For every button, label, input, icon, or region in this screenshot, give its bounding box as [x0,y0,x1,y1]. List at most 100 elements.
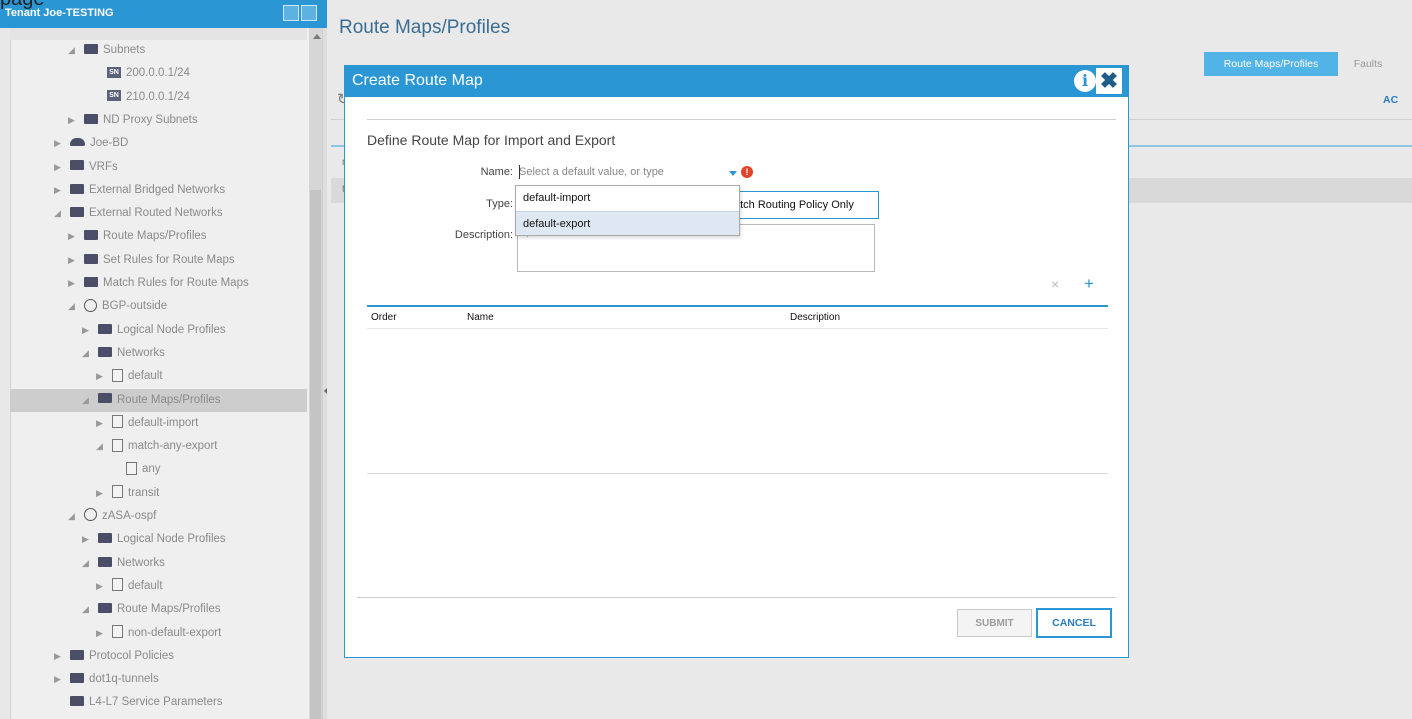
folder-icon [98,533,112,544]
expander-arrow-icon[interactable]: ▶ [54,668,64,691]
tree-item[interactable]: ▶ VRFs [10,156,307,179]
tree-refresh-icon[interactable] [301,5,317,21]
expander-arrow-icon[interactable]: ◢ [54,202,64,225]
l3out-icon [84,298,97,312]
actions-menu[interactable]: AC [1383,94,1398,106]
tree-item[interactable]: ▶ ND Proxy Subnets [10,109,307,132]
tree-view-toggle-icon[interactable] [283,5,299,21]
folder-icon [70,673,84,684]
dropdown-option-default-export[interactable]: default-export [516,211,739,235]
expander-arrow-icon[interactable]: ◢ [96,435,106,458]
expander-arrow-icon[interactable]: ◢ [68,39,78,62]
tree-item[interactable]: ▶ Joe-BD [10,132,307,155]
policy-icon [126,461,137,475]
tree-item[interactable]: ◢ Route Maps/Profiles [10,388,307,412]
expander-arrow-icon[interactable]: ◢ [82,389,92,412]
tree-item-label: zASA-ospf [102,510,157,522]
section-title: Define Route Map for Import and Export [367,132,616,148]
delete-icon[interactable]: × [1051,276,1059,292]
column-header-name[interactable]: Name [467,312,494,323]
expander-arrow-icon[interactable]: ▶ [68,272,78,295]
expander-arrow-icon[interactable]: ▶ [96,365,106,388]
tab-faults[interactable]: Faults [1343,52,1393,76]
dropdown-option-default-import[interactable]: default-import [516,186,739,210]
tree-item[interactable]: ◢ External Routed Networks [10,202,307,225]
tree-item-label: 200.0.0.1/24 [126,67,190,80]
tree-item[interactable]: ▶ External Bridged Networks [10,179,307,202]
tree-item[interactable]: ▶ Protocol Policies [10,645,307,668]
folder-icon [84,113,98,124]
tree-item-label: default-import [128,416,199,429]
dialog-footer-divider [357,597,1116,598]
expander-arrow-icon[interactable]: ▶ [96,622,106,645]
folder-icon [98,603,112,614]
tree-item[interactable]: ◢ Networks [10,552,307,575]
column-header-order[interactable]: Order [371,312,397,323]
dropdown-arrow-icon[interactable] [729,171,737,176]
expander-arrow-icon[interactable]: ▶ [54,132,64,155]
expander-arrow-icon[interactable]: ▶ [54,645,64,668]
expander-arrow-icon[interactable]: ▶ [96,575,106,598]
tree-item-label: Networks [117,346,165,359]
tree-item[interactable]: ◢ zASA-ospf [10,505,307,528]
dialog-divider [367,119,1116,120]
tab-route-maps-profiles[interactable]: Route Maps/Profiles [1204,52,1338,76]
expander-arrow-icon[interactable]: ▶ [68,249,78,272]
name-label: Name: [480,166,513,178]
folder-icon [98,346,112,357]
tree-item[interactable]: L4-L7 Service Parameters [10,691,307,714]
tree-item[interactable]: ◢ BGP-outside [10,295,307,318]
tree-item[interactable]: ▶ default [10,575,307,598]
expander-arrow-icon[interactable]: ◢ [68,505,78,528]
bridge-domain-icon [70,138,85,147]
tree-item[interactable]: ◢ Route Maps/Profiles [10,598,307,621]
tree-item[interactable]: ▶ Logical Node Profiles [10,319,307,342]
expander-arrow-icon[interactable]: ◢ [82,342,92,365]
tree-item[interactable]: ◢ match-any-export [10,435,307,458]
expander-arrow-icon[interactable]: ◢ [82,598,92,621]
policy-icon [112,624,123,638]
tree-item[interactable]: ▶ default-import [10,412,307,435]
tree-item-label: VRFs [89,160,118,173]
expander-arrow-icon[interactable]: ▶ [54,156,64,179]
submit-button[interactable]: SUBMIT [957,609,1032,637]
folder-icon [84,43,98,54]
expander-arrow-icon[interactable]: ▶ [68,225,78,248]
scroll-up-arrow-icon[interactable] [313,34,321,39]
expander-arrow-icon[interactable]: ▶ [54,179,64,202]
expander-arrow-icon[interactable]: ◢ [68,295,78,318]
tree-item[interactable]: SN 210.0.0.1/24 [10,86,307,109]
tree-scrollbar-thumb[interactable] [310,190,321,719]
tree-item[interactable]: ◢ Subnets [10,39,307,62]
tree-item[interactable]: ▶ Set Rules for Route Maps [10,249,307,272]
tree-item[interactable]: ▶ transit [10,482,307,505]
type-option-match-routing-policy-only[interactable]: atch Routing Policy Only [734,199,854,211]
expander-arrow-icon[interactable]: ▶ [82,528,92,551]
tree-item[interactable]: ◢ Networks [10,342,307,365]
expander-arrow-icon[interactable]: ▶ [96,482,106,505]
expander-arrow-icon[interactable]: ▶ [68,109,78,132]
add-icon[interactable]: + [1084,274,1094,294]
cancel-button[interactable]: CANCEL [1036,608,1112,638]
expander-arrow-icon[interactable]: ▶ [96,412,106,435]
expander-arrow-icon[interactable]: ◢ [82,552,92,575]
tree-item[interactable]: ▶ Match Rules for Route Maps [10,272,307,295]
tree-item[interactable]: ▶ dot1q-tunnels [10,668,307,691]
tree-item[interactable]: ▶ Route Maps/Profiles [10,225,307,248]
l3out-icon [84,508,97,522]
tree-item-label: Subnets [103,44,146,56]
tree-item[interactable]: any [10,458,307,481]
expander-arrow-icon[interactable]: ▶ [82,319,92,342]
tree-item-label: Networks [117,556,165,569]
tree-item[interactable]: ▶ Logical Node Profiles [10,528,307,551]
info-icon[interactable]: i [1074,70,1096,92]
tree-item-label: BGP-outside [102,300,168,313]
folder-icon [84,253,98,264]
tree-item[interactable]: SN 200.0.0.1/24 [10,62,307,85]
name-input-placeholder[interactable]: Select a default value, or type [519,166,664,178]
tree-item-label: Logical Node Profiles [117,533,226,546]
tree-item[interactable]: ▶ non-default-export [10,622,307,645]
column-header-description[interactable]: Description [790,312,840,323]
tree-item[interactable]: ▶ default [10,365,307,388]
close-icon[interactable]: ✖ [1096,68,1122,94]
